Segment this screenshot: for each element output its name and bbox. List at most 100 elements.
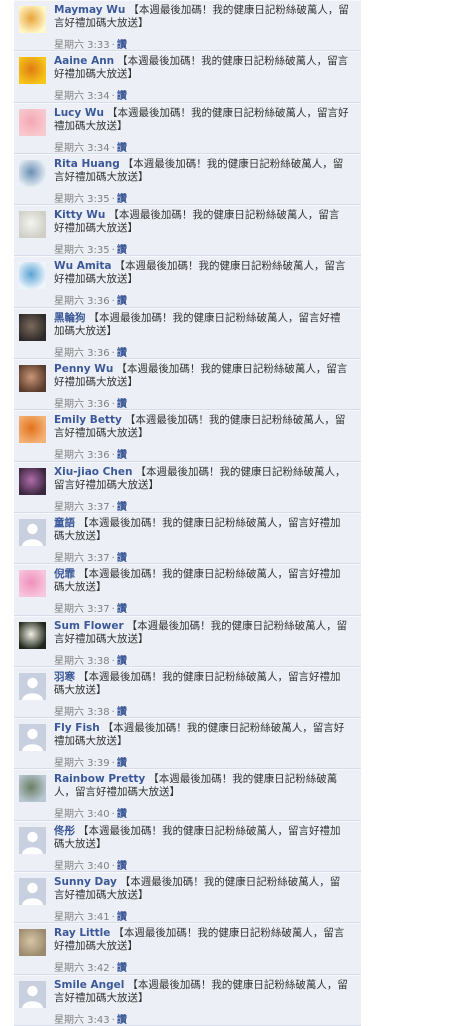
comment-body: Penny Wu 【本週最後加碼！我的健康日記粉絲破萬人，留言好禮加碼大放送】	[54, 363, 349, 389]
comment-timestamp[interactable]: 星期六 3:38	[54, 656, 110, 667]
avatar-pink[interactable]	[19, 108, 46, 136]
comment-timestamp[interactable]: 星期六 3:37	[54, 604, 110, 615]
like-link[interactable]: 讚	[117, 963, 127, 974]
avatar-dark-photo[interactable]	[19, 313, 46, 341]
like-link[interactable]: 讚	[117, 707, 127, 718]
like-link[interactable]: 讚	[117, 604, 127, 615]
like-link[interactable]: 讚	[117, 861, 127, 872]
commenter-name-link[interactable]: Rainbow Pretty	[54, 773, 145, 785]
avatar-landscape[interactable]	[19, 775, 46, 803]
commenter-name-link[interactable]: 羽寒	[54, 671, 75, 683]
commenter-name-link[interactable]: 倪霏	[54, 568, 75, 580]
comment-timestamp[interactable]: 星期六 3:36	[54, 399, 110, 410]
comment-meta: 星期六 3:42 · 讚	[54, 959, 127, 974]
comment-timestamp[interactable]: 星期六 3:42	[54, 963, 110, 974]
commenter-name-link[interactable]: Ray Little	[54, 927, 110, 939]
comment-meta: 星期六 3:36 · 讚	[54, 446, 127, 461]
comment-body: Lucy Wu 【本週最後加碼！我的健康日記粉絲破萬人，留言好禮加碼大放送】	[54, 107, 349, 133]
commenter-name-link[interactable]: 黑輪狗	[54, 312, 86, 324]
commenter-name-link[interactable]: Maymay Wu	[54, 4, 125, 16]
commenter-name-link[interactable]: Emily Betty	[54, 414, 122, 426]
like-link[interactable]: 讚	[117, 143, 127, 154]
comment-timestamp[interactable]: 星期六 3:40	[54, 861, 110, 872]
avatar-cartoon[interactable]	[19, 159, 46, 187]
comment-item: Sunny Day 【本週最後加碼！我的健康日記粉絲破萬人，留言好禮加碼大放送】星…	[14, 872, 361, 924]
avatar-default[interactable]	[19, 878, 46, 906]
like-link[interactable]: 讚	[117, 348, 127, 359]
separator-dot: ·	[111, 193, 115, 205]
like-link[interactable]: 讚	[117, 553, 127, 564]
commenter-name-link[interactable]: 童語	[54, 517, 75, 529]
comment-meta: 星期六 3:33 · 讚	[54, 36, 127, 51]
comment-text: 【本週最後加碼！我的健康日記粉絲破萬人，留言好禮加碼大放送】	[54, 568, 341, 594]
comment-timestamp[interactable]: 星期六 3:35	[54, 245, 110, 256]
comment-timestamp[interactable]: 星期六 3:36	[54, 296, 110, 307]
comment-timestamp[interactable]: 星期六 3:34	[54, 143, 110, 154]
like-link[interactable]: 讚	[117, 450, 127, 461]
comment-meta: 星期六 3:38 · 讚	[54, 652, 127, 667]
comment-item: 倪霏 【本週最後加碼！我的健康日記粉絲破萬人，留言好禮加碼大放送】星期六 3:37…	[14, 564, 361, 616]
comment-timestamp[interactable]: 星期六 3:36	[54, 348, 110, 359]
comment-body: Ray Little 【本週最後加碼！我的健康日記粉絲破萬人，留言好禮加碼大放送】	[54, 927, 349, 953]
avatar-default[interactable]	[19, 518, 46, 546]
comment-timestamp[interactable]: 星期六 3:37	[54, 553, 110, 564]
like-link[interactable]: 讚	[117, 502, 127, 513]
commenter-name-link[interactable]: Penny Wu	[54, 363, 113, 375]
avatar-default[interactable]	[19, 980, 46, 1008]
avatar-default[interactable]	[19, 826, 46, 854]
like-link[interactable]: 讚	[117, 194, 127, 205]
like-link[interactable]: 讚	[117, 656, 127, 667]
comment-timestamp[interactable]: 星期六 3:39	[54, 758, 110, 769]
avatar-butterfly[interactable]	[19, 416, 46, 444]
avatar-yellow-girl[interactable]	[19, 6, 46, 33]
avatar-portrait[interactable]	[19, 365, 46, 393]
commenter-name-link[interactable]: Sunny Day	[54, 876, 117, 888]
commenter-name-link[interactable]: Lucy Wu	[54, 107, 104, 119]
comment-timestamp[interactable]: 星期六 3:35	[54, 194, 110, 205]
comment-timestamp[interactable]: 星期六 3:41	[54, 912, 110, 923]
like-link[interactable]: 讚	[117, 296, 127, 307]
like-link[interactable]: 讚	[117, 91, 127, 102]
comment-body: Sum Flower 【本週最後加碼！我的健康日記粉絲破萬人，留言好禮加碼大放送】	[54, 620, 349, 646]
comment-meta: 星期六 3:38 · 讚	[54, 703, 127, 718]
like-link[interactable]: 讚	[117, 809, 127, 820]
separator-dot: ·	[111, 501, 115, 513]
comment-timestamp[interactable]: 星期六 3:38	[54, 707, 110, 718]
comment-timestamp[interactable]: 星期六 3:34	[54, 91, 110, 102]
commenter-name-link[interactable]: Wu Amita	[54, 260, 111, 272]
avatar-default[interactable]	[19, 724, 46, 752]
like-link[interactable]: 讚	[117, 40, 127, 51]
avatar-pink-flower[interactable]	[19, 570, 46, 598]
avatar-cat[interactable]	[19, 929, 46, 957]
comment-timestamp[interactable]: 星期六 3:37	[54, 502, 110, 513]
commenter-name-link[interactable]: Fly Fish	[54, 722, 100, 734]
avatar-smiley[interactable]	[19, 57, 46, 85]
comment-item: Rita Huang 【本週最後加碼！我的健康日記粉絲破萬人，留言好禮加碼大放送】…	[14, 153, 361, 206]
comment-item: Smile Angel 【本週最後加碼！我的健康日記粉絲破萬人，留言好禮加碼大放送…	[14, 974, 361, 1026]
comment-timestamp[interactable]: 星期六 3:40	[54, 809, 110, 820]
like-link[interactable]: 讚	[117, 912, 127, 923]
commenter-name-link[interactable]: Xiu-jiao Chen	[54, 466, 132, 478]
comment-timestamp[interactable]: 星期六 3:36	[54, 450, 110, 461]
comment-body: 佟彤 【本週最後加碼！我的健康日記粉絲破萬人，留言好禮加碼大放送】	[54, 825, 349, 851]
avatar-white-flower[interactable]	[19, 621, 46, 649]
like-link[interactable]: 讚	[117, 245, 127, 256]
commenter-name-link[interactable]: Smile Angel	[54, 979, 124, 991]
commenter-name-link[interactable]: Aaine Ann	[54, 55, 114, 67]
commenter-name-link[interactable]: Sum Flower	[54, 620, 124, 632]
commenter-name-link[interactable]: Kitty Wu	[54, 209, 105, 221]
comment-meta: 星期六 3:35 · 讚	[54, 241, 127, 256]
commenter-name-link[interactable]: Rita Huang	[54, 158, 120, 170]
avatar-flower-purple[interactable]	[19, 467, 46, 495]
separator-dot: ·	[111, 860, 115, 872]
comment-timestamp[interactable]: 星期六 3:33	[54, 40, 110, 51]
avatar-dandelion[interactable]	[19, 211, 46, 239]
commenter-name-link[interactable]: 佟彤	[54, 825, 75, 837]
like-link[interactable]: 讚	[117, 758, 127, 769]
like-link[interactable]: 讚	[117, 399, 127, 410]
avatar-blue-drawing[interactable]	[19, 262, 46, 290]
avatar-default[interactable]	[19, 672, 46, 700]
comment-item: Sum Flower 【本週最後加碼！我的健康日記粉絲破萬人，留言好禮加碼大放送】…	[14, 615, 361, 667]
comment-item: Rainbow Pretty 【本週最後加碼！我的健康日記粉絲破萬人，留言好禮加碼…	[14, 769, 361, 821]
comment-meta: 星期六 3:40 · 讚	[54, 805, 127, 820]
